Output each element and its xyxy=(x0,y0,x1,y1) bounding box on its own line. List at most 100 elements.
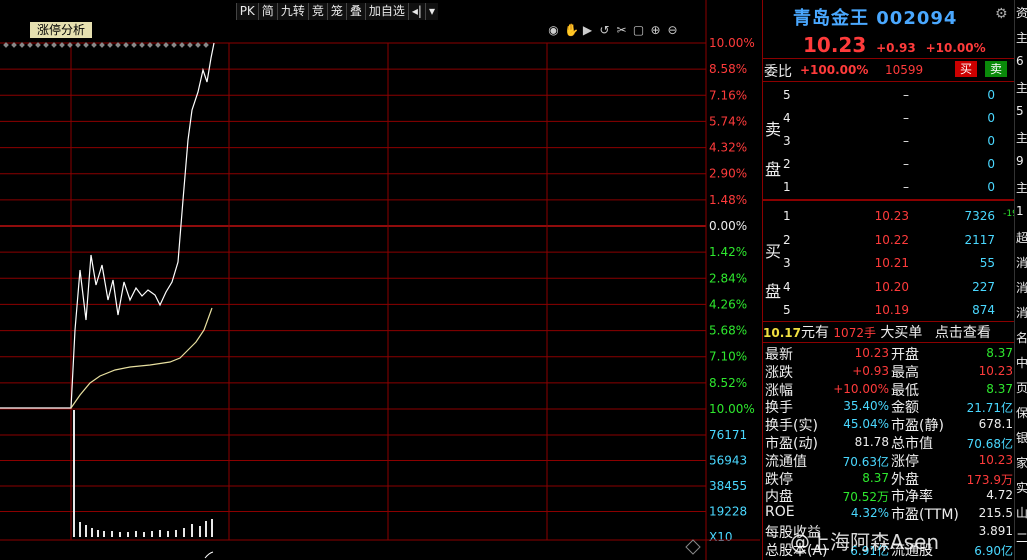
level-volume: 0 xyxy=(987,180,995,194)
level-volume: 0 xyxy=(987,134,995,148)
toolbar-button[interactable]: 叠 xyxy=(345,3,365,20)
weibi-value: 10599 xyxy=(885,63,924,77)
stat-value: 70.63亿 xyxy=(842,454,889,469)
stat-value: 70.68亿 xyxy=(966,437,1013,451)
pct-tick-label: 5.74% xyxy=(709,114,747,128)
stat-value: 35.40% xyxy=(843,399,889,414)
level-price: – xyxy=(903,134,909,148)
big-order-label: 大买单 xyxy=(880,325,923,341)
toolbar-button[interactable]: 竞 xyxy=(307,3,327,20)
watermark: @上海阿森Asen xyxy=(790,530,940,554)
toolbar-button[interactable]: ◂| xyxy=(407,3,425,20)
big-order-qty: 1072手 xyxy=(833,326,876,340)
level-volume: 7326 xyxy=(964,209,995,223)
toolbar-button[interactable]: 九转 xyxy=(276,3,308,20)
bid-row[interactable]: 410.20227+14 xyxy=(783,276,1027,298)
level-price: – xyxy=(903,88,909,102)
bid-row[interactable]: 210.222117-306 xyxy=(783,229,1027,251)
stat-row: 涨跌 +0.93 最高 10.23 xyxy=(765,362,1015,381)
ask-row[interactable]: 2 – 0 xyxy=(783,153,1015,175)
hand-icon[interactable]: ✋ xyxy=(564,24,579,37)
zoom-out-icon[interactable]: ⊖ xyxy=(666,24,679,37)
ask-row[interactable]: 3 – 0 xyxy=(783,130,1015,152)
stock-name: 青岛金王 xyxy=(793,8,869,29)
bid-row[interactable]: 5 10.19 874 xyxy=(783,299,1015,321)
vol-tick-label: 76171 xyxy=(709,428,747,442)
book-divider xyxy=(763,199,1015,201)
zoom-in-icon[interactable]: ⊕ xyxy=(649,24,662,37)
vol-tick-label: 38455 xyxy=(709,479,747,493)
stat-value: 4.32% xyxy=(850,506,889,521)
buy-button[interactable]: 买 xyxy=(955,61,977,77)
stat-value: +10.00% xyxy=(833,381,889,396)
play-icon[interactable]: ▶ xyxy=(581,24,594,37)
big-order-link[interactable]: 点击查看 xyxy=(935,325,991,341)
stat-row: 市盈(动) 81.78 总市值 70.68亿 xyxy=(765,433,1015,452)
level: 1 xyxy=(783,209,791,223)
side-strip-char: 主 xyxy=(1016,31,1027,45)
eye-icon[interactable]: ◉ xyxy=(547,24,560,37)
stat-value: 215.5 xyxy=(978,506,1013,521)
level-price: – xyxy=(903,180,909,194)
side-strip-char: 消 xyxy=(1016,306,1027,320)
toolbar-button[interactable]: 加自选 xyxy=(364,3,408,20)
undo-icon[interactable]: ↺ xyxy=(598,24,611,37)
side-strip-char: 主 xyxy=(1016,181,1027,195)
bid-row[interactable]: 110.237326-19734 xyxy=(783,205,1027,227)
pct-tick-label: 8.52% xyxy=(709,376,747,390)
ask-row[interactable]: 5 – 0 xyxy=(783,84,1015,106)
level: 3 xyxy=(783,256,791,270)
level: 5 xyxy=(783,88,791,102)
side-strip-char: 9 xyxy=(1016,154,1024,168)
toolbar-button[interactable]: ▾ xyxy=(424,3,438,20)
bid-side-label: 买盘 xyxy=(765,242,782,301)
pct-tick-label: 4.26% xyxy=(709,297,747,311)
stat-value: 173.9万 xyxy=(966,472,1013,487)
intraday-chart-area: 10.00% 8.58% 7.16% 5.74% 4.32% 2.90% 1.48% 0.00… xyxy=(0,0,760,560)
ask-row[interactable]: 1 – 0 xyxy=(783,176,1015,198)
pct-tick-label: 10.00% xyxy=(709,402,755,416)
stat-value: +0.93 xyxy=(852,363,889,378)
price-change-pct: +10.00% xyxy=(925,41,986,55)
level: 3 xyxy=(783,134,791,148)
weibi-row: 委比 +100.00% 10599 买 卖 xyxy=(763,58,1015,82)
stat-value: 4.72 xyxy=(986,488,1013,503)
side-strip-char: 银 xyxy=(1016,431,1027,445)
stat-row: 内盘 70.52万 市净率 4.72 xyxy=(765,486,1015,505)
sell-button[interactable]: 卖 xyxy=(985,61,1007,77)
side-strip-char: 主 xyxy=(1016,131,1027,145)
stat-row: 跌停 8.37 外盘 173.9万 xyxy=(765,469,1015,488)
chart-svg: 10.00% 8.58% 7.16% 5.74% 4.32% 2.90% 1.48% 0.00… xyxy=(0,0,760,560)
chart-toolbar: PK 简九转竞笼叠加自选 ◂| ▾ xyxy=(235,3,438,21)
side-strip-char: 消 xyxy=(1016,281,1027,295)
stat-value: 8.37 xyxy=(986,346,1013,360)
level: 4 xyxy=(783,279,791,294)
big-order-yuanyou: 元有 xyxy=(800,325,829,341)
level-volume: 55 xyxy=(979,256,995,270)
toolbar-button[interactable]: PK xyxy=(235,3,258,20)
side-strip-char: 主 xyxy=(1016,81,1027,95)
ask-side-label: 卖盘 xyxy=(765,120,782,179)
stat-value: 8.37 xyxy=(862,470,889,485)
scroll-circle-icon xyxy=(685,539,701,555)
limit-up-analysis-tab[interactable]: 涨停分析 xyxy=(30,22,92,38)
ask-row[interactable]: 4 – 0 xyxy=(783,107,1015,129)
level-volume: 0 xyxy=(987,157,995,171)
toolbar-button[interactable]: 简 xyxy=(257,3,277,20)
lock-icon[interactable]: ▢ xyxy=(632,24,645,37)
side-strip-char: 5 xyxy=(1016,104,1024,118)
stat-row: 换手 35.40% 金额 21.71亿 xyxy=(765,397,1015,416)
toolbar-button[interactable]: 笼 xyxy=(326,3,346,20)
pct-tick-label: 4.32% xyxy=(709,141,747,155)
bid-row[interactable]: 310.2155-32 xyxy=(783,252,1027,274)
level-price: – xyxy=(903,157,909,171)
pct-tick-label: 10.00% xyxy=(709,36,755,50)
stat-row: ROE 4.32% 市盈(TTM) 215.5 xyxy=(765,504,1015,523)
side-strip-char: 实 xyxy=(1016,481,1027,495)
gear-icon[interactable]: ⚙ xyxy=(995,6,1008,22)
side-strip: 资主6主5主9主1超消消消名中页保银家实山二 xyxy=(1014,0,1027,560)
scissors-icon[interactable]: ✂ xyxy=(615,24,628,37)
level-price: 10.20 xyxy=(874,279,909,294)
side-strip-char: 资 xyxy=(1016,6,1027,20)
vol-tick-label: 19228 xyxy=(709,505,747,519)
